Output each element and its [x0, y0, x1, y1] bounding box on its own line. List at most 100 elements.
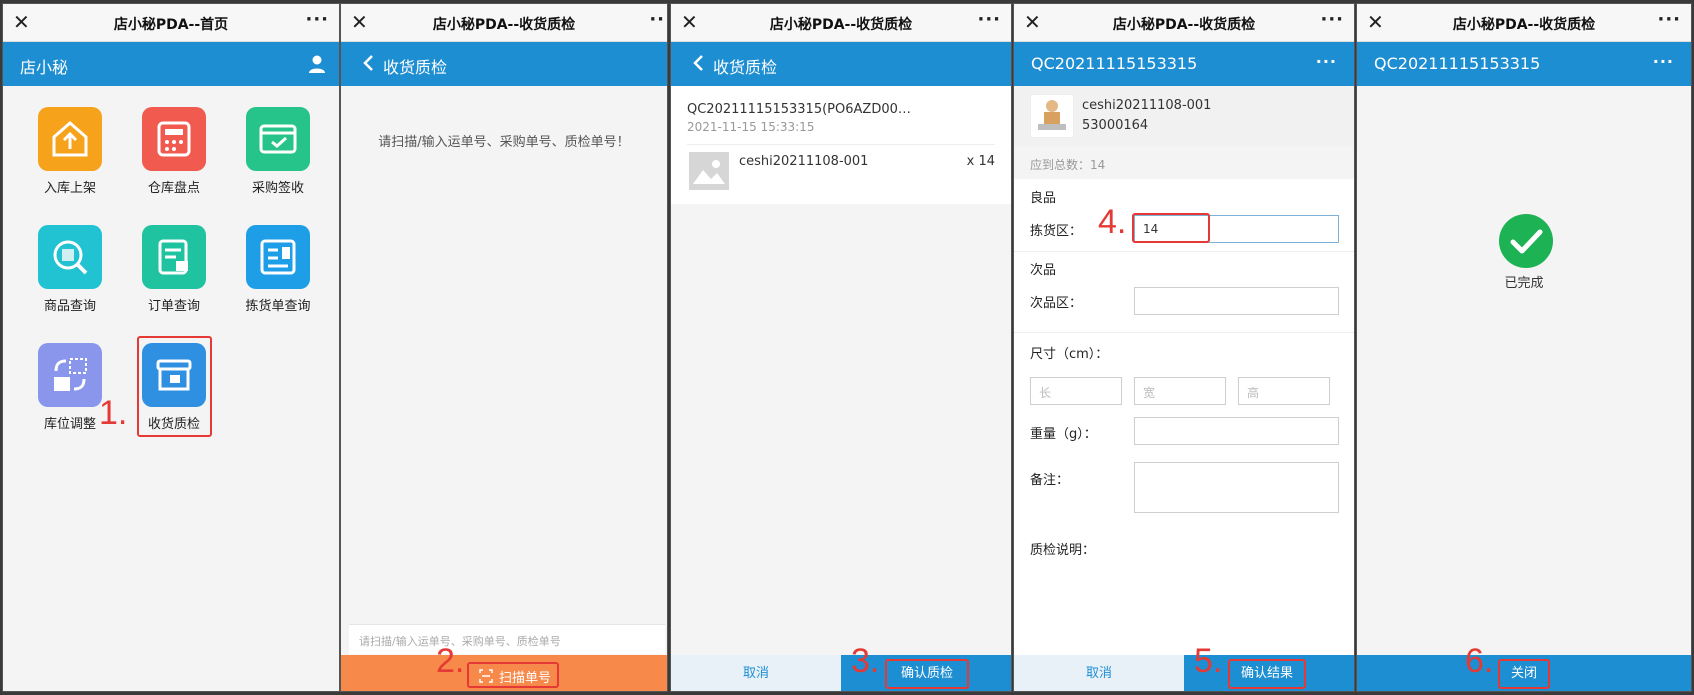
navbar: 店小秘 [3, 42, 339, 86]
item-quantity: x 14 [966, 154, 995, 169]
success-check-icon [1499, 214, 1553, 268]
remark-label: 备注： [1030, 473, 1070, 488]
scan-button-bar: 扫描单号 [341, 655, 667, 691]
image-placeholder-icon [689, 152, 729, 190]
window-topbar: ✕ 店小秘PDA--首页 ··· [3, 4, 339, 42]
height-input[interactable]: 高 [1238, 377, 1330, 405]
navbar: QC20211115153315 ··· [1014, 42, 1354, 86]
weight-label: 重量（g）： [1030, 427, 1097, 442]
defect-area-label: 次品区： [1030, 296, 1083, 311]
more-icon[interactable]: ··· [1653, 52, 1674, 71]
step-label: 1. [99, 394, 128, 432]
tile-label: 订单查询 [147, 299, 200, 314]
window-title: 店小秘PDA--首页 [113, 17, 229, 33]
done-label: 已完成 [1504, 276, 1544, 291]
window-topbar: ✕ 店小秘PDA--收货质检 ··· [671, 4, 1011, 42]
panel-qc-done: ✕ 店小秘PDA--收货质检 ··· QC20211115153315 ··· … [1356, 3, 1692, 692]
tile-label: 入库上架 [43, 181, 96, 196]
window-title: 店小秘PDA--收货质检 [1452, 17, 1596, 33]
defect-area-input[interactable] [1134, 287, 1339, 315]
tile-inbound-shelving[interactable]: 入库上架 [25, 107, 115, 196]
close-button[interactable]: 关闭 [1498, 659, 1550, 689]
panel-home: ✕ 店小秘PDA--首页 ··· 店小秘 入库上架 仓库盘点 采购签收 商品查询 [2, 3, 340, 692]
confirm-qc-button[interactable]: 确认质检 [885, 659, 969, 689]
nav-title: QC20211115153315 [1374, 54, 1541, 73]
tile-purchase-receipt[interactable]: 采购签收 [233, 107, 323, 196]
qc-form: 良品 拣货区： 14 次品 次品区： 尺寸（cm）： 长 宽 高 重量（g）： … [1014, 179, 1354, 655]
highlight-box [1132, 213, 1210, 243]
panel-qc-scan: ✕ 店小秘PDA--收货质检 ·· 收货质检 请扫描/输入运单号、采购单号、质检… [340, 3, 668, 692]
scan-button[interactable]: 扫描单号 [467, 662, 559, 688]
nav-title: 收货质检 [713, 58, 778, 77]
size-label: 尺寸（cm）： [1030, 347, 1109, 362]
navbar: QC20211115153315 ··· [1357, 42, 1691, 86]
receipt-check-icon [246, 107, 310, 171]
swap-icon [38, 343, 102, 407]
total-expected: 应到总数：14 [1030, 158, 1106, 172]
sku-code: 53000164 [1082, 118, 1149, 133]
cancel-button[interactable]: 取消 [671, 655, 841, 691]
sku-name: ceshi20211108-001 [1082, 98, 1212, 113]
more-icon[interactable]: ··· [1320, 9, 1344, 30]
navbar: 收货质检 [671, 42, 1011, 86]
width-input[interactable]: 宽 [1134, 377, 1226, 405]
nav-title: QC20211115153315 [1031, 54, 1198, 73]
confirm-result-button[interactable]: 确认结果 [1228, 659, 1306, 689]
order-number: QC20211115153315(PO6AZD00… [687, 102, 911, 117]
window-topbar: ✕ 店小秘PDA--收货质检 ·· [341, 4, 667, 42]
navbar: 收货质检 [341, 42, 667, 86]
sku-card: ceshi20211108-001 53000164 [1014, 86, 1354, 146]
cancel-button[interactable]: 取消 [1014, 655, 1184, 691]
tile-label: 仓库盘点 [147, 181, 200, 196]
order-card[interactable]: QC20211115153315(PO6AZD00… 2021-11-15 15… [671, 86, 1011, 204]
divider [1014, 332, 1354, 333]
window-title: 店小秘PDA--收货质检 [432, 17, 576, 33]
more-icon[interactable]: ··· [977, 9, 1001, 30]
tile-label: 拣货单查询 [245, 299, 311, 314]
tile-inventory-count[interactable]: 仓库盘点 [129, 107, 219, 196]
step-label: 3. [851, 642, 880, 680]
window-title: 店小秘PDA--收货质检 [1112, 17, 1256, 33]
tile-picklist-query[interactable]: 拣货单查询 [233, 225, 323, 314]
back-icon[interactable] [358, 52, 380, 74]
step-label: 5. [1194, 642, 1223, 680]
tile-label: 商品查询 [43, 299, 96, 314]
window-topbar: ✕ 店小秘PDA--收货质检 ··· [1014, 4, 1354, 42]
more-icon[interactable]: ··· [1316, 52, 1337, 71]
tile-order-query[interactable]: 订单查询 [129, 225, 219, 314]
nav-title: 收货质检 [383, 58, 448, 77]
qc-note-label: 质检说明： [1030, 543, 1096, 558]
divider [1014, 251, 1354, 252]
user-icon[interactable] [307, 54, 327, 74]
scan-input[interactable]: 请扫描/输入运单号、采购单号、质检单号 [349, 624, 665, 654]
item-name: ceshi20211108-001 [739, 154, 869, 169]
scan-hint: 请扫描/输入运单号、采购单号、质检单号！ [378, 135, 630, 150]
action-bar: 关闭 [1357, 655, 1691, 691]
window-title: 店小秘PDA--收货质检 [769, 17, 913, 33]
defect-section-title: 次品 [1030, 263, 1057, 278]
action-bar: 取消 确认结果 [1014, 655, 1354, 691]
good-section-title: 良品 [1030, 191, 1057, 206]
window-topbar: ✕ 店小秘PDA--收货质检 ··· [1357, 4, 1691, 42]
panel-qc-order: ✕ 店小秘PDA--收货质检 ··· 收货质检 QC20211115153315… [670, 3, 1012, 692]
pick-area-label: 拣货区： [1030, 224, 1083, 239]
length-input[interactable]: 长 [1030, 377, 1122, 405]
divider [687, 144, 995, 145]
panel-qc-detail: ✕ 店小秘PDA--收货质检 ··· QC20211115153315 ··· … [1013, 3, 1355, 692]
weight-input[interactable] [1134, 417, 1339, 445]
highlight-box [137, 336, 212, 437]
scan-button-label: 扫描单号 [499, 671, 552, 686]
more-icon[interactable]: ·· [649, 9, 665, 30]
more-icon[interactable]: ··· [1657, 9, 1681, 30]
scan-icon [479, 669, 493, 683]
remark-textarea[interactable] [1134, 462, 1339, 513]
action-bar: 取消 确认质检 [671, 655, 1011, 691]
more-icon[interactable]: ··· [305, 9, 329, 30]
step-label: 4. [1098, 203, 1127, 241]
document-icon [142, 225, 206, 289]
product-thumbnail [1030, 94, 1074, 138]
step-label: 2. [436, 642, 465, 680]
back-icon[interactable] [688, 52, 710, 74]
magnifier-icon [38, 225, 102, 289]
tile-product-query[interactable]: 商品查询 [25, 225, 115, 314]
